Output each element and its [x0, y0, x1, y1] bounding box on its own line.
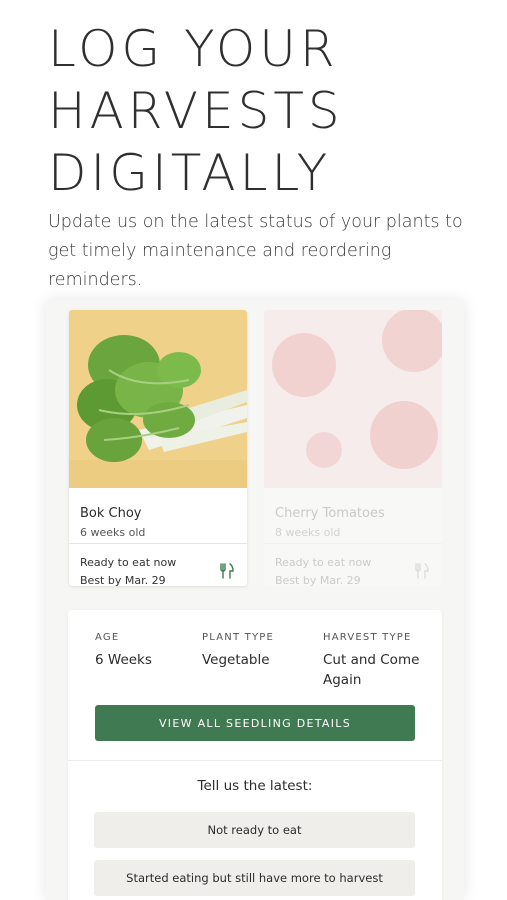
view-seedling-details-button[interactable]: VIEW ALL SEEDLING DETAILS [95, 705, 415, 741]
hero-subtitle: Update us on the latest status of your p… [48, 212, 463, 290]
option-started-eating[interactable]: Started eating but still have more to ha… [94, 860, 415, 896]
plant-status: Ready to eat now [275, 556, 372, 569]
plant-card-bok-choy[interactable]: Bok Choy 6 weeks old Ready to eat now Be… [69, 310, 247, 586]
plant-name: Cherry Tomatoes [275, 506, 385, 521]
hero-title: LOG YOUR HARVESTS DIGITALLY [48, 18, 488, 204]
details-divider [68, 760, 442, 761]
harvest-type-label: HARVEST TYPE [323, 632, 412, 643]
bok-choy-photo [69, 310, 247, 488]
plant-type-value: Vegetable [202, 652, 270, 668]
harvest-panel: Bok Choy 6 weeks old Ready to eat now Be… [46, 300, 464, 900]
fork-knife-icon [415, 563, 429, 579]
plant-best-by: Best by Mar. 29 [275, 574, 361, 586]
option-not-ready[interactable]: Not ready to eat [94, 812, 415, 848]
hero-title-line-3: DIGITALLY [48, 144, 332, 202]
hero-title-line-2: HARVESTS [48, 82, 344, 140]
card-divider [264, 543, 442, 544]
plant-best-by: Best by Mar. 29 [80, 574, 166, 586]
plant-age: 8 weeks old [275, 526, 341, 539]
plant-type-label: PLANT TYPE [202, 632, 275, 643]
age-value: 6 Weeks [95, 652, 152, 668]
fork-knife-icon [220, 563, 234, 579]
age-label: AGE [95, 632, 120, 643]
status-prompt: Tell us the latest: [197, 778, 313, 794]
plant-age: 6 weeks old [80, 526, 146, 539]
plant-status: Ready to eat now [80, 556, 177, 569]
plant-card-cherry-tomatoes[interactable]: Cherry Tomatoes 8 weeks old Ready to eat… [264, 310, 442, 586]
plant-name: Bok Choy [80, 506, 142, 521]
seedling-details: AGE 6 Weeks PLANT TYPE Vegetable HARVEST… [68, 610, 442, 900]
hero-title-line-1: LOG YOUR [48, 20, 339, 78]
cherry-tomatoes-photo [264, 310, 442, 488]
card-divider [69, 543, 247, 544]
harvest-type-value: Cut and Come Again [323, 652, 420, 688]
